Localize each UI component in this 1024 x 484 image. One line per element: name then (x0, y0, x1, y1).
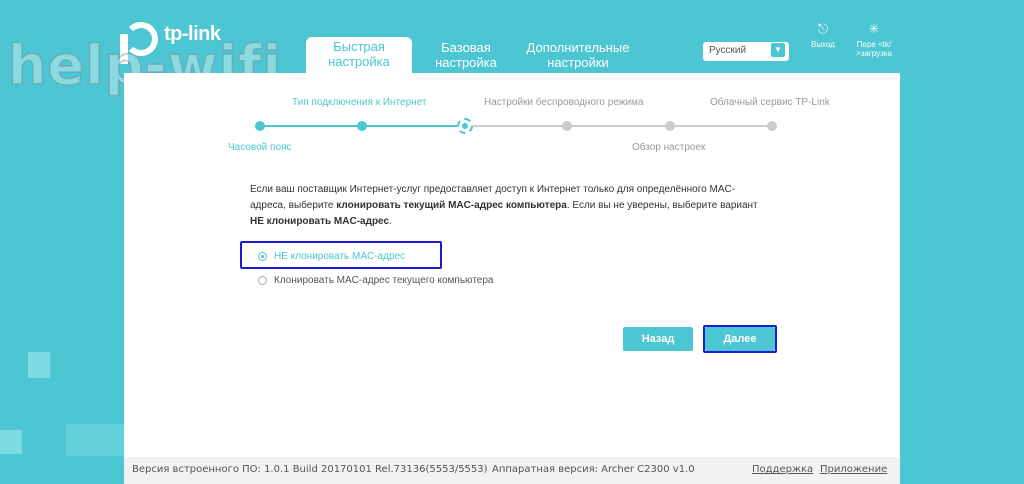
reboot-button[interactable]: ✳ Пере <tk/ >загрузка (850, 21, 898, 59)
app-link[interactable]: Приложение (820, 464, 887, 475)
firmware-version: Версия встроенного ПО: 1.0.1 Build 20170… (132, 464, 488, 475)
step-label-wireless: Настройки беспроводного режима (484, 97, 644, 108)
step-dot-connection-type (357, 121, 367, 131)
option-label: НЕ клонировать MAC-адрес (274, 251, 406, 262)
radio-checked[interactable] (258, 252, 267, 261)
step-label-cloud: Облачный сервис TP-Link (710, 97, 830, 108)
tab-quick-setup[interactable]: Быстрая настройка (306, 37, 412, 73)
main-panel: Тип подключения к Интернет Настройки бес… (124, 73, 900, 457)
step-dot-timezone (255, 121, 265, 131)
option-do-not-clone[interactable]: НЕ клонировать MAC-адрес (258, 251, 405, 262)
back-button[interactable]: Назад (623, 327, 693, 351)
support-link[interactable]: Поддержка (752, 464, 813, 475)
mac-clone-description: Если ваш поставщик Интернет-услуг предос… (250, 182, 770, 230)
tab-basic-setup[interactable]: Базовая настройка (432, 40, 500, 70)
footer: Версия встроенного ПО: 1.0.1 Build 20170… (124, 457, 900, 484)
hardware-version: Аппаратная версия: Archer C2300 v1.0 (492, 464, 695, 475)
tab-advanced-setup[interactable]: Дополнительные настройки (520, 40, 636, 70)
language-selected: Русский (709, 45, 747, 56)
background-decoration (0, 430, 22, 454)
step-dot-current (457, 118, 473, 134)
background-decoration (28, 352, 50, 378)
progress-track-pending (465, 125, 773, 127)
radio-unchecked[interactable] (258, 276, 267, 285)
description-text: . (389, 216, 392, 227)
reboot-icon: ✳ (868, 21, 880, 36)
reboot-label: Пере <tk/ >загрузка (856, 40, 892, 58)
logout-label: Выход (811, 40, 835, 49)
option-clone-mac[interactable]: Клонировать MAC-адрес текущего компьютер… (258, 275, 493, 286)
step-dot-summary (665, 121, 675, 131)
background-decoration (66, 424, 124, 456)
step-label-connection-type: Тип подключения к Интернет (292, 97, 427, 108)
step-label-timezone: Часовой пояс (228, 142, 292, 153)
next-button[interactable]: Далее (705, 327, 775, 351)
step-label-summary: Обзор настроек (632, 142, 706, 153)
logout-icon: ⎋ (817, 21, 829, 36)
description-bold-no-clone: НЕ клонировать MAC-адрес (250, 216, 390, 227)
wizard-progress: Тип подключения к Интернет Настройки бес… (124, 73, 900, 163)
language-select[interactable]: Русский ▼ (703, 42, 789, 61)
description-text: . Если вы не уверены, выберите вариант (566, 200, 758, 211)
step-dot-wireless (562, 121, 572, 131)
step-dot-cloud (767, 121, 777, 131)
chevron-down-icon: ▼ (771, 43, 785, 57)
logout-button[interactable]: ⎋ Выход (806, 21, 840, 50)
description-bold-clone: клонировать текущий MAC-адрес компьютера (336, 200, 567, 211)
option-label: Клонировать MAC-адрес текущего компьютер… (274, 275, 494, 286)
